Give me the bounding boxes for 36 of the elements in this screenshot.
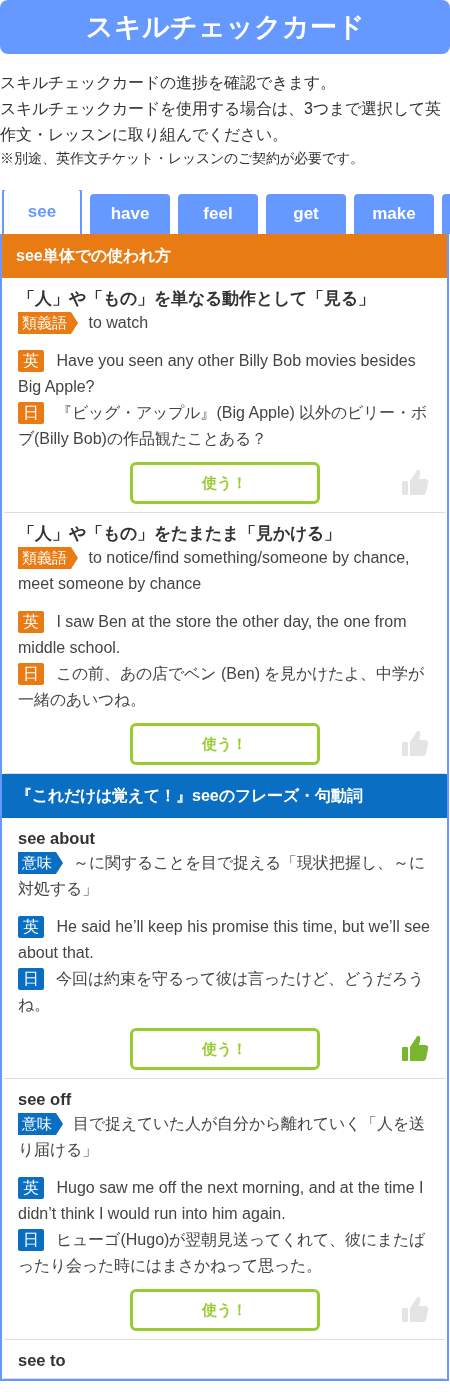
example-sentence: 英 Hugo saw me off the next morning, and at the time I didn’t think I would run into him again. xyxy=(18,1176,425,1224)
translation-sentence: 日 この前、あの店でベン (Ben) を見かけたよ、中学が一緒のあいつね。 xyxy=(18,662,426,710)
tab[interactable]: feel xyxy=(178,194,258,234)
page-title: スキルチェックカード xyxy=(85,11,365,44)
thumbs-up-icon[interactable] xyxy=(401,1295,429,1323)
use-button[interactable]: 使う！ xyxy=(129,723,320,765)
intro-text: スキルチェックカードを使用する場合は、3つまで選択して英作文・レッスンに取り組んでください。 xyxy=(0,99,442,145)
example-sentence: 英 I saw Ben at the store the other day, the one from middle school. xyxy=(18,610,408,658)
tab[interactable]: see xyxy=(2,190,82,234)
use-button[interactable]: 使う！ xyxy=(129,1289,320,1331)
thumbs-up-icon[interactable] xyxy=(401,468,429,496)
note-text: ※別途、英作文チケット・レッスンのご契約が必要です。 xyxy=(0,150,365,168)
entry-title: 「人」や「もの」をたまたま「見かける」 xyxy=(18,523,342,545)
entry-title: see about xyxy=(18,828,97,849)
translation-sentence: 日 『ビッグ・アップル』(Big Apple) 以外のビリー・ボブ(Billy Bob)の作品観たことある？ xyxy=(18,401,429,449)
tab[interactable]: have xyxy=(90,194,170,234)
section-title: see単体での使われ方 xyxy=(16,245,171,266)
intro-text: スキルチェックカードの進捗を確認できます。 xyxy=(0,73,337,93)
thumbs-up-icon[interactable] xyxy=(401,1034,429,1062)
tab[interactable]: get xyxy=(266,194,346,234)
translation-sentence: 日 今回は約束を守るって彼は言ったけど、どうだろうね。 xyxy=(18,967,426,1015)
meaning-text: 意味 ～に関することを目で捉える「現状把握し、～に対処する」 xyxy=(18,851,427,899)
translation-sentence: 日 ヒューゴ(Hugo)が翌朝見送ってくれて、彼にまたばったり会った時にはまさかねって思った。 xyxy=(18,1228,427,1276)
meaning-text: 類義語 to notice/find something/someone by chance, meet someone by chance xyxy=(18,546,411,594)
example-sentence: 英 Have you seen any other Billy Bob movies besides Big Apple? xyxy=(18,349,417,397)
entry-title: see off xyxy=(18,1089,73,1110)
meaning-text: 類義語 to watch xyxy=(18,310,431,336)
thumbs-up-icon[interactable] xyxy=(401,729,429,757)
example-sentence: 英 He said he’ll keep his promise this time, but we’ll see about that. xyxy=(18,915,431,963)
entry-title: 「人」や「もの」を単なる動作として「見る」 xyxy=(18,288,376,310)
tab[interactable]: make xyxy=(354,194,434,234)
use-button[interactable]: 使う！ xyxy=(129,462,320,504)
section-title: 『これだけは覚えて！』seeのフレーズ・句動詞 xyxy=(16,785,363,806)
entry-title: see to xyxy=(18,1350,67,1371)
meaning-text: 意味 目で捉えていた人が自分から離れていく「人を送り届ける」 xyxy=(18,1112,427,1160)
use-button[interactable]: 使う！ xyxy=(129,1028,320,1070)
